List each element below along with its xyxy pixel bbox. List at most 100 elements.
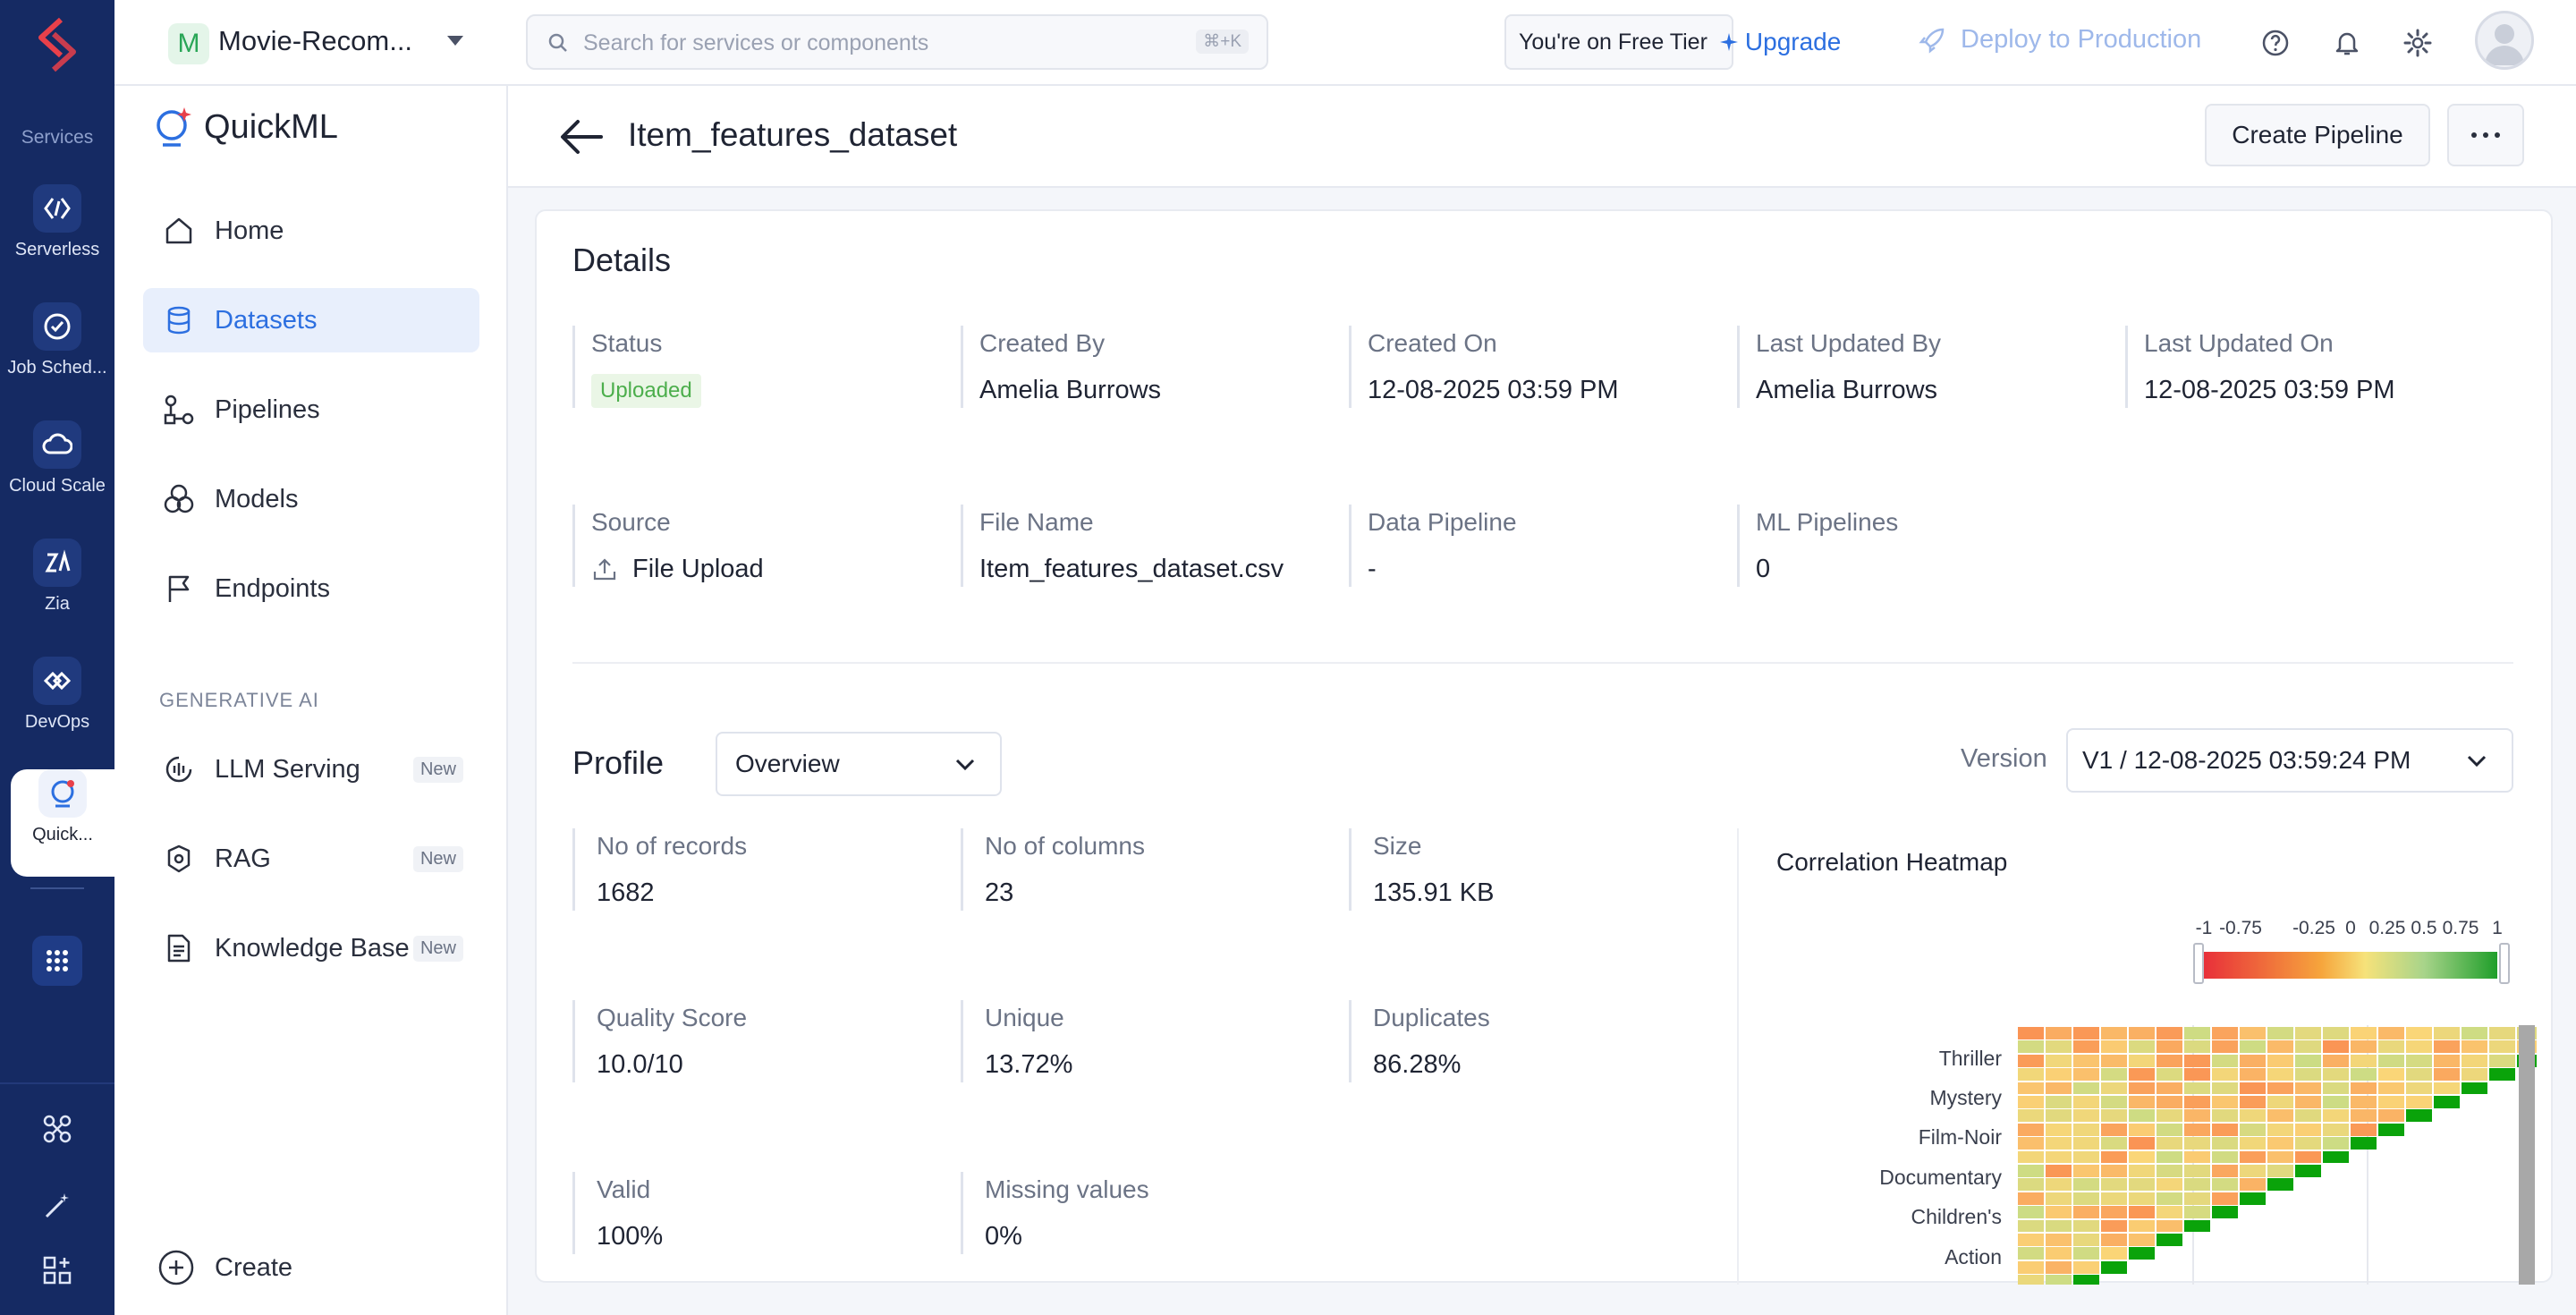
models-icon bbox=[161, 481, 197, 517]
heatmap-cell bbox=[2101, 1150, 2127, 1164]
help-icon[interactable] bbox=[2256, 23, 2295, 63]
nav-item-rag[interactable]: RAG New bbox=[143, 827, 479, 891]
version-select[interactable]: V1 / 12-08-2025 03:59:24 PM bbox=[2066, 728, 2513, 793]
rail-item-devops[interactable]: DevOps bbox=[0, 657, 114, 764]
brand-name: QuickML bbox=[204, 107, 338, 146]
heatmap-cell bbox=[2212, 1068, 2238, 1082]
heatmap-cell bbox=[2157, 1178, 2182, 1192]
heatmap-cell bbox=[2295, 1137, 2321, 1150]
deploy-label: Deploy to Production bbox=[1961, 25, 2202, 54]
project-name[interactable]: Movie-Recom... bbox=[218, 25, 412, 57]
heatmap-cell bbox=[2157, 1068, 2182, 1082]
top-bar: M Movie-Recom... ⌘+K You're on Free Tier… bbox=[114, 0, 2576, 86]
stat-value: 13.72% bbox=[985, 1050, 1073, 1079]
nav-item-endpoints[interactable]: Endpoints bbox=[143, 556, 479, 621]
devops-icon bbox=[33, 657, 81, 705]
heatmap-cell bbox=[2184, 1040, 2210, 1054]
tier-text: You're on Free Tier bbox=[1519, 29, 1707, 55]
heatmap-cell bbox=[2018, 1096, 2044, 1108]
stat-records: No of records 1682 bbox=[572, 828, 948, 911]
project-avatar[interactable]: M bbox=[168, 23, 209, 64]
heatmap-cell bbox=[2046, 1082, 2072, 1095]
rail-item-quickml[interactable]: Quick... bbox=[11, 769, 114, 877]
create-button[interactable]: Create bbox=[157, 1249, 292, 1286]
search-box[interactable]: ⌘+K bbox=[526, 14, 1268, 70]
heatmap-cell bbox=[2212, 1027, 2238, 1039]
integrations-icon[interactable] bbox=[39, 1111, 75, 1147]
settings-gear-icon[interactable] bbox=[2398, 23, 2437, 63]
stat-label: Unique bbox=[985, 1004, 1064, 1031]
heatmap-cell bbox=[2046, 1206, 2072, 1219]
colorscale-min-handle[interactable] bbox=[2193, 943, 2204, 984]
field-value: 12-08-2025 03:59 PM bbox=[2144, 376, 2395, 404]
stat-value: 135.91 KB bbox=[1373, 878, 1495, 907]
heatmap-cell bbox=[2212, 1123, 2238, 1136]
heatmap-cell bbox=[2018, 1109, 2044, 1123]
heatmap-cell bbox=[2295, 1040, 2321, 1054]
nav-item-knowledge-base[interactable]: Knowledge Base New bbox=[143, 916, 479, 980]
rail-item-job-scheduling[interactable]: Job Sched... bbox=[0, 302, 114, 410]
all-services-icon[interactable] bbox=[32, 936, 82, 986]
upgrade-label: Upgrade bbox=[1744, 28, 1842, 55]
magic-wand-icon[interactable] bbox=[39, 1188, 75, 1224]
nav-item-datasets[interactable]: Datasets bbox=[143, 288, 479, 352]
heatmap-cell bbox=[2157, 1123, 2182, 1136]
nav-item-home[interactable]: Home bbox=[143, 199, 479, 263]
project-dropdown-caret-icon[interactable] bbox=[447, 36, 463, 46]
add-widget-icon[interactable] bbox=[39, 1252, 75, 1288]
heatmap-cell bbox=[2295, 1068, 2321, 1082]
heatmap-cell bbox=[2073, 1054, 2099, 1067]
section-divider bbox=[572, 662, 2513, 664]
heatmap-cell bbox=[2323, 1054, 2349, 1067]
heatmap-diagonal-cell bbox=[2406, 1109, 2432, 1123]
heatmap-cell bbox=[2184, 1123, 2210, 1136]
rail-item-cloud-scale[interactable]: Cloud Scale bbox=[0, 420, 114, 528]
heatmap-cell bbox=[2351, 1027, 2377, 1039]
nav-item-pipelines[interactable]: Pipelines bbox=[143, 378, 479, 442]
chevron-down-icon bbox=[2467, 755, 2487, 768]
stat-label: Valid bbox=[597, 1175, 651, 1203]
heatmap-cell bbox=[2129, 1082, 2155, 1095]
rail-item-zia[interactable]: Zia bbox=[0, 539, 114, 646]
heatmap-cell bbox=[2434, 1054, 2460, 1067]
heatmap-diagonal-cell bbox=[2073, 1275, 2099, 1285]
upgrade-link[interactable]: Upgrade bbox=[1718, 28, 1841, 56]
heatmap-cell bbox=[2046, 1178, 2072, 1192]
heatmap-cell bbox=[2462, 1054, 2487, 1067]
notifications-bell-icon[interactable] bbox=[2327, 23, 2367, 63]
profile-view-select[interactable]: Overview bbox=[716, 732, 1002, 796]
colorscale-max-handle[interactable] bbox=[2499, 943, 2510, 984]
heatmap-cell bbox=[2073, 1219, 2099, 1233]
heatmap-scrollbar[interactable] bbox=[2519, 1025, 2535, 1285]
heatmap-cell bbox=[2157, 1192, 2182, 1205]
heatmap-cell bbox=[2046, 1027, 2072, 1039]
catalyst-logo-icon[interactable] bbox=[30, 16, 84, 73]
heatmap-cell bbox=[2462, 1068, 2487, 1082]
heatmap-cell bbox=[2212, 1192, 2238, 1205]
heatmap-cell bbox=[2129, 1040, 2155, 1054]
heatmap-cell bbox=[2101, 1206, 2127, 1219]
more-options-icon[interactable] bbox=[2447, 104, 2524, 166]
back-arrow-icon[interactable] bbox=[558, 116, 605, 157]
heatmap-cell bbox=[2046, 1247, 2072, 1260]
deploy-to-production-button[interactable]: Deploy to Production bbox=[1918, 25, 2201, 55]
heatmap-cell bbox=[2129, 1206, 2155, 1219]
job-scheduling-icon bbox=[33, 302, 81, 351]
rail-bottom-divider bbox=[0, 1082, 114, 1084]
search-input[interactable] bbox=[583, 29, 1191, 57]
heatmap-cell bbox=[2240, 1165, 2266, 1177]
rocket-icon bbox=[1919, 28, 1945, 54]
rail-divider bbox=[30, 887, 84, 889]
rail-item-serverless[interactable]: Serverless bbox=[0, 184, 114, 292]
profile-view-value: Overview bbox=[735, 750, 840, 777]
create-pipeline-button[interactable]: Create Pipeline bbox=[2205, 104, 2430, 166]
heatmap-cell bbox=[2157, 1082, 2182, 1095]
nav-item-models[interactable]: Models bbox=[143, 467, 479, 531]
zia-icon bbox=[33, 539, 81, 587]
user-avatar[interactable] bbox=[2475, 11, 2534, 70]
nav-item-llm-serving[interactable]: LLM Serving New bbox=[143, 737, 479, 802]
heatmap-cell bbox=[2157, 1054, 2182, 1067]
heatmap-diagonal-cell bbox=[2184, 1219, 2210, 1233]
heatmap-cell bbox=[2212, 1178, 2238, 1192]
heatmap-cell bbox=[2073, 1096, 2099, 1108]
